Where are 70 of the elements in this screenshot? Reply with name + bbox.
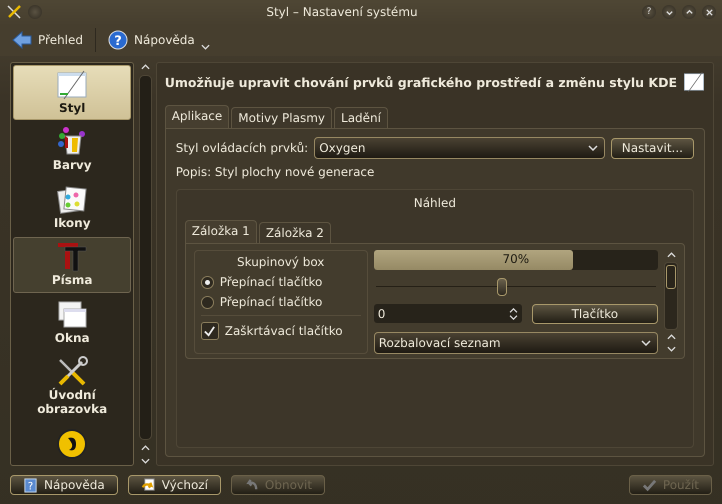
push-button[interactable]: Tlačítko (532, 304, 658, 324)
sidebar-label: Barvy (52, 158, 92, 173)
configure-button[interactable]: Nastavit... (610, 138, 694, 158)
sidebar-label: Okna (54, 330, 90, 345)
preview-title: Náhled (412, 195, 457, 212)
minimize-button[interactable] (662, 5, 676, 19)
sidebar-item[interactable]: Úvodní obrazovka (13, 352, 132, 422)
radio-button[interactable] (200, 276, 214, 288)
sidebar-item[interactable]: Styl (13, 65, 132, 120)
sidebar-item[interactable]: Písma (13, 237, 132, 293)
group-box-title: Skupinový box (236, 255, 326, 269)
scrollbar-track[interactable] (664, 262, 678, 330)
scroll-down-icon[interactable] (666, 346, 676, 352)
scroll-down-icon[interactable] (140, 458, 150, 464)
tools-icon (6, 4, 22, 20)
tab[interactable]: Aplikace (164, 105, 230, 128)
cards-icon (56, 184, 88, 216)
help-button[interactable]: ? (642, 5, 656, 19)
tab[interactable]: Záložka 1 (184, 220, 257, 243)
help-icon: ? (108, 30, 128, 50)
help-button[interactable]: ? Nápověda (104, 28, 199, 52)
radio-label: Přepínací tlačítko (220, 275, 322, 289)
radio-label: Přepínací tlačítko (220, 295, 322, 309)
radio-button[interactable] (200, 296, 214, 308)
tab[interactable]: Ladění (334, 107, 388, 128)
scroll-up-icon[interactable] (666, 334, 676, 340)
progress-reading: 70% (502, 252, 530, 266)
page-description: Umožňuje upravit chování prvků grafického prostředí a změnu stylu KDE (164, 74, 677, 90)
defaults-button[interactable]: Výchozí (128, 475, 221, 495)
style-description: Popis: Styl plochy nové generace (176, 165, 376, 179)
checkmark-icon (642, 478, 657, 492)
maximize-button[interactable] (682, 5, 696, 19)
spin-box[interactable]: 0 (374, 304, 522, 323)
tab[interactable]: Motivy Plasmy (231, 107, 332, 128)
footprint-icon (56, 428, 88, 460)
dropdown[interactable]: Rozbalovací seznam (374, 332, 658, 354)
help-button[interactable]: ? Nápověda (10, 475, 118, 495)
letter-t-icon (56, 241, 88, 274)
close-icon (704, 8, 714, 16)
field-label: Styl ovládacích prvků: (176, 141, 308, 155)
window-icon (56, 69, 88, 101)
window-icon (683, 71, 705, 93)
sidebar-item[interactable]: Ikony (13, 180, 132, 236)
sidebar-label: Úvodní obrazovka (36, 388, 108, 417)
chevron-up-icon (684, 8, 694, 16)
undo-icon (244, 478, 259, 492)
scroll-up-icon[interactable] (140, 445, 150, 451)
scrollbar-track[interactable] (138, 75, 152, 440)
sidebar-item[interactable]: Barvy (13, 122, 132, 178)
checkbox-label: Zaškrtávací tlačítko (224, 324, 343, 338)
slider-thumb[interactable] (496, 278, 507, 296)
window-title: Styl – Nastavení systému (265, 5, 419, 19)
close-button[interactable] (702, 5, 716, 19)
checkbox[interactable] (200, 322, 219, 340)
caret-icon (641, 340, 651, 346)
sidebar-label: Ikony (54, 216, 91, 230)
style-dropdown[interactable]: Oxygen (314, 137, 605, 159)
tab[interactable]: Záložka 2 (258, 222, 331, 243)
dropdown-caret-icon[interactable] (200, 44, 210, 50)
caret-icon (588, 145, 598, 151)
back-button[interactable]: Přehled (8, 28, 88, 52)
sidebar-label: Styl (59, 101, 86, 116)
left-arrow-icon (12, 30, 32, 50)
scroll-up-icon[interactable] (140, 64, 150, 70)
help-icon: ? (23, 478, 38, 492)
scroll-up-icon[interactable] (666, 252, 676, 258)
undo-document-icon (140, 478, 156, 492)
sidebar-item[interactable]: Okna (13, 294, 132, 350)
tools-icon (56, 356, 88, 388)
sidebar-label: Písma (52, 273, 92, 288)
